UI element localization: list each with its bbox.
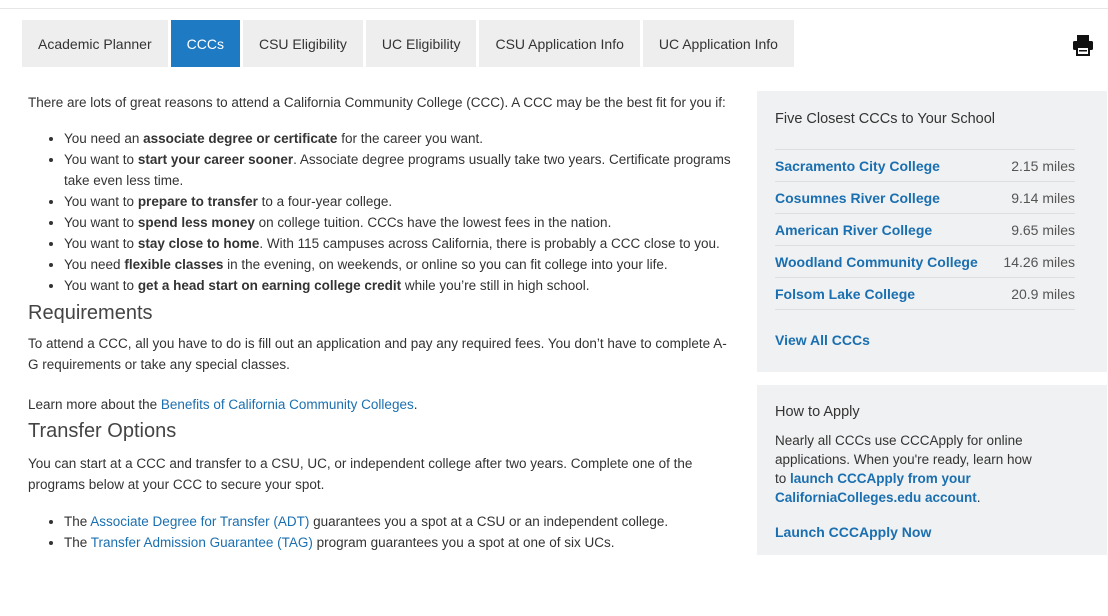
reasons-list: You need an associate degree or certific…: [28, 128, 732, 296]
college-distance: 14.26 miles: [1003, 253, 1075, 270]
intro-text: There are lots of great reasons to atten…: [28, 95, 726, 110]
college-link[interactable]: Woodland Community College: [775, 254, 978, 270]
college-distance: 9.65 miles: [1011, 221, 1075, 238]
table-row: American River College 9.65 miles: [775, 213, 1075, 245]
list-item: You need flexible classes in the evening…: [64, 254, 732, 275]
top-divider: [0, 8, 1108, 9]
college-distance: 9.14 miles: [1011, 189, 1075, 206]
adt-link[interactable]: Associate Degree for Transfer (ADT): [90, 514, 309, 529]
benefits-link[interactable]: Benefits of California Community College…: [161, 397, 414, 412]
table-row: Sacramento City College 2.15 miles: [775, 149, 1075, 181]
requirements-text: To attend a CCC, all you have to do is f…: [28, 336, 727, 372]
learn-more-text: Learn more about the Benefits of Califor…: [28, 397, 418, 412]
view-all-cccs-link[interactable]: View All CCCs: [775, 332, 870, 348]
main-content: There are lots of great reasons to atten…: [28, 92, 740, 553]
college-link[interactable]: American River College: [775, 222, 932, 238]
tab-uc-application-info[interactable]: UC Application Info: [642, 20, 794, 67]
tab-academic-planner[interactable]: Academic Planner: [22, 20, 168, 67]
list-item: You want to prepare to transfer to a fou…: [64, 191, 732, 212]
list-item: The Associate Degree for Transfer (ADT) …: [64, 511, 740, 532]
table-row: Woodland Community College 14.26 miles: [775, 245, 1075, 277]
print-icon[interactable]: [1072, 34, 1094, 56]
how-to-apply-heading: How to Apply: [775, 404, 860, 420]
transfer-list: The Associate Degree for Transfer (ADT) …: [28, 511, 740, 553]
tab-uc-eligibility[interactable]: UC Eligibility: [365, 20, 477, 67]
list-item: You want to stay close to home. With 115…: [64, 233, 732, 254]
college-distance: 2.15 miles: [1011, 157, 1075, 174]
list-item: You want to spend less money on college …: [64, 212, 732, 233]
tab-csu-eligibility[interactable]: CSU Eligibility: [242, 20, 363, 67]
transfer-text: You can start at a CCC and transfer to a…: [28, 456, 693, 492]
page: Academic Planner CCCs CSU Eligibility UC…: [0, 0, 1108, 616]
tab-cccs[interactable]: CCCs: [170, 20, 240, 67]
how-to-apply-text: Nearly all CCCs use CCCApply for online …: [775, 433, 1032, 505]
launch-cccapply-link[interactable]: Launch CCCApply Now: [775, 524, 931, 540]
closest-cccs-heading: Five Closest CCCs to Your School: [775, 111, 996, 127]
table-row: Folsom Lake College 20.9 miles: [775, 277, 1075, 310]
college-list: Sacramento City College 2.15 miles Cosum…: [775, 149, 1075, 310]
requirements-heading: Requirements: [28, 302, 153, 324]
closest-cccs-panel: Five Closest CCCs to Your School Sacrame…: [757, 91, 1107, 372]
college-distance: 20.9 miles: [1011, 285, 1075, 302]
table-row: Cosumnes River College 9.14 miles: [775, 181, 1075, 213]
college-link[interactable]: Sacramento City College: [775, 158, 940, 174]
college-link[interactable]: Cosumnes River College: [775, 190, 940, 206]
list-item: You want to start your career sooner. As…: [64, 149, 732, 191]
list-item: You need an associate degree or certific…: [64, 128, 732, 149]
list-item: You want to get a head start on earning …: [64, 275, 732, 296]
transfer-heading: Transfer Options: [28, 420, 177, 442]
tag-link[interactable]: Transfer Admission Guarantee (TAG): [91, 535, 313, 550]
college-link[interactable]: Folsom Lake College: [775, 286, 915, 302]
list-item: The Transfer Admission Guarantee (TAG) p…: [64, 532, 740, 553]
tab-bar: Academic Planner CCCs CSU Eligibility UC…: [22, 20, 797, 67]
tab-csu-application-info[interactable]: CSU Application Info: [479, 20, 640, 67]
launch-from-account-link[interactable]: launch CCCApply from your CaliforniaColl…: [775, 471, 977, 505]
how-to-apply-panel: How to Apply Nearly all CCCs use CCCAppl…: [757, 385, 1107, 555]
